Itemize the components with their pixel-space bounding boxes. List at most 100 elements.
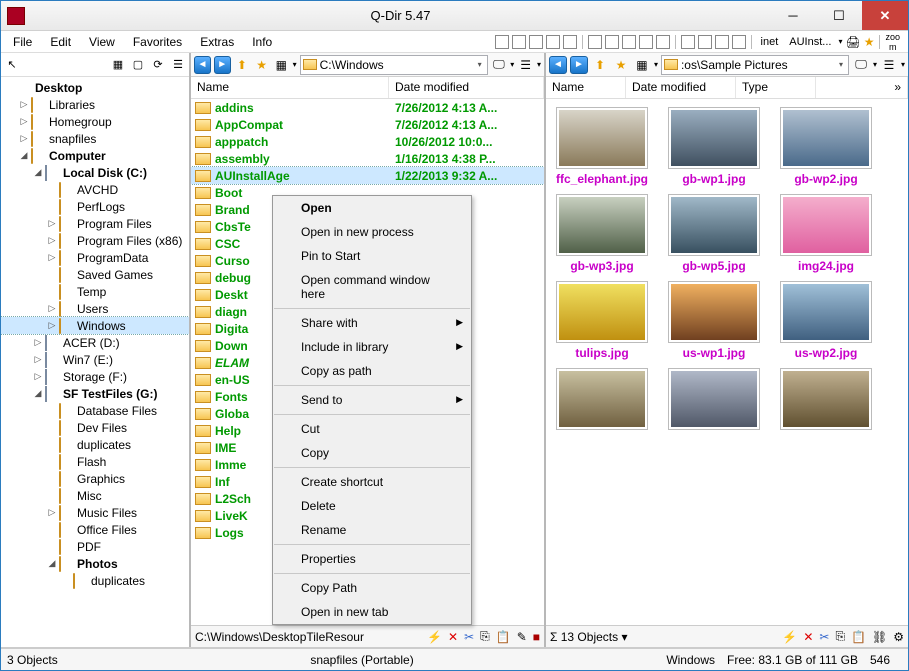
close-button[interactable]: ✕ bbox=[862, 1, 908, 30]
tree-tool-icon[interactable]: ▦ bbox=[110, 57, 126, 73]
tree-item[interactable]: Database Files bbox=[1, 402, 189, 419]
forward-icon[interactable]: ► bbox=[570, 56, 588, 74]
tree-item[interactable]: ▷Program Files (x86) bbox=[1, 232, 189, 249]
tree-item[interactable]: ▷ProgramData bbox=[1, 249, 189, 266]
layout-icon[interactable] bbox=[715, 35, 729, 49]
print-icon[interactable]: 🖨 bbox=[845, 35, 860, 49]
file-row[interactable]: apppatch10/26/2012 10:0... bbox=[191, 133, 544, 150]
layout-icon[interactable] bbox=[546, 35, 560, 49]
layout-icon[interactable] bbox=[698, 35, 712, 49]
context-menu[interactable]: OpenOpen in new processPin to StartOpen … bbox=[272, 195, 472, 625]
chevron-down-icon[interactable]: ▾ bbox=[475, 60, 485, 69]
menu-edit[interactable]: Edit bbox=[42, 33, 79, 51]
context-menu-item[interactable]: Delete bbox=[273, 494, 471, 518]
tree-item[interactable]: Temp bbox=[1, 283, 189, 300]
col-type[interactable]: Type bbox=[736, 77, 816, 98]
context-menu-item[interactable]: Open bbox=[273, 196, 471, 220]
fav-icon[interactable]: ★ bbox=[612, 56, 630, 74]
address-bar-right[interactable]: ▾ bbox=[661, 55, 849, 75]
folder-tree[interactable]: Desktop▷Libraries▷Homegroup▷snapfiles◢Co… bbox=[1, 77, 189, 647]
tree-item[interactable]: ▷Program Files bbox=[1, 215, 189, 232]
tree-item[interactable]: ◢Local Disk (C:) bbox=[1, 164, 189, 181]
zoom-icon[interactable]: zoom bbox=[885, 32, 900, 52]
layout-icon[interactable] bbox=[512, 35, 526, 49]
back-icon[interactable]: ◄ bbox=[194, 56, 211, 74]
col-name[interactable]: Name bbox=[546, 77, 626, 98]
tree-item[interactable]: Graphics bbox=[1, 470, 189, 487]
context-menu-item[interactable]: Copy bbox=[273, 441, 471, 465]
thumbnail[interactable]: img24.jpg bbox=[774, 194, 878, 273]
context-menu-item[interactable]: Properties bbox=[273, 547, 471, 571]
context-menu-item[interactable]: Rename bbox=[273, 518, 471, 542]
tree-item[interactable]: ▷Users bbox=[1, 300, 189, 317]
tree-item[interactable]: ▷Homegroup bbox=[1, 113, 189, 130]
maximize-button[interactable]: ☐ bbox=[816, 1, 862, 30]
filter-icon[interactable]: ⚡ bbox=[427, 630, 442, 644]
view-icon[interactable]: ▦ bbox=[633, 56, 651, 74]
tree-item[interactable]: ◢Computer bbox=[1, 147, 189, 164]
file-row[interactable]: assembly1/16/2013 4:38 P... bbox=[191, 150, 544, 167]
tree-item[interactable]: duplicates bbox=[1, 572, 189, 589]
chevron-down-icon[interactable]: ▾ bbox=[836, 60, 846, 69]
layout-icon[interactable] bbox=[639, 35, 653, 49]
toolbar-dropdown[interactable]: AUInst... bbox=[785, 36, 835, 48]
tree-tool-icon[interactable]: ⟳ bbox=[150, 57, 166, 73]
filter-icon[interactable]: ⚡ bbox=[782, 630, 797, 644]
tree-item[interactable]: ▷Libraries bbox=[1, 96, 189, 113]
minimize-button[interactable]: ─ bbox=[770, 1, 816, 30]
menu-file[interactable]: File bbox=[5, 33, 40, 51]
thumbnail[interactable] bbox=[774, 368, 878, 433]
tree-item[interactable]: Dev Files bbox=[1, 419, 189, 436]
monitor-icon[interactable]: 🖵 bbox=[852, 56, 870, 74]
context-menu-item[interactable]: Share with▶ bbox=[273, 311, 471, 335]
col-date[interactable]: Date modified bbox=[626, 77, 736, 98]
tree-item[interactable]: PDF bbox=[1, 538, 189, 555]
layout-icon[interactable] bbox=[495, 35, 509, 49]
context-menu-item[interactable]: Open in new tab bbox=[273, 600, 471, 624]
delete-icon[interactable]: ✕ bbox=[803, 630, 813, 644]
tree-item[interactable]: ▷snapfiles bbox=[1, 130, 189, 147]
tree-item[interactable]: AVCHD bbox=[1, 181, 189, 198]
file-row[interactable]: AUInstallAge1/22/2013 9:32 A... bbox=[191, 167, 544, 184]
up-icon[interactable]: ⬆ bbox=[234, 56, 251, 74]
context-menu-item[interactable]: Send to▶ bbox=[273, 388, 471, 412]
menu-extras[interactable]: Extras bbox=[192, 33, 242, 51]
more-cols[interactable]: » bbox=[816, 77, 908, 98]
tree-item[interactable]: ◢Photos bbox=[1, 555, 189, 572]
object-count[interactable]: Σ 13 Objects ▾ bbox=[550, 630, 627, 644]
tree-item[interactable]: ◢SF TestFiles (G:) bbox=[1, 385, 189, 402]
tree-item[interactable]: Desktop bbox=[1, 79, 189, 96]
layout-icon[interactable] bbox=[588, 35, 602, 49]
context-menu-item[interactable]: Open command window here bbox=[273, 268, 471, 306]
layout-icon[interactable] bbox=[529, 35, 543, 49]
tree-item[interactable]: ▷Storage (F:) bbox=[1, 368, 189, 385]
delete-icon[interactable]: ✕ bbox=[448, 630, 458, 644]
context-menu-item[interactable]: Create shortcut bbox=[273, 470, 471, 494]
copy-icon[interactable]: ⎘ bbox=[835, 629, 845, 644]
col-date[interactable]: Date modified bbox=[389, 77, 544, 98]
address-bar-left[interactable]: ▾ bbox=[300, 55, 488, 75]
layout-icon[interactable] bbox=[563, 35, 577, 49]
paste-icon[interactable]: 📋 bbox=[851, 630, 866, 644]
context-menu-item[interactable]: Cut bbox=[273, 417, 471, 441]
thumbnail[interactable]: gb-wp5.jpg bbox=[662, 194, 766, 273]
tree-item[interactable]: ▷Music Files bbox=[1, 504, 189, 521]
tree-item[interactable]: ▷Win7 (E:) bbox=[1, 351, 189, 368]
file-row[interactable]: addins7/26/2012 4:13 A... bbox=[191, 99, 544, 116]
address-input-right[interactable] bbox=[681, 58, 836, 72]
column-header-left[interactable]: Name Date modified bbox=[191, 77, 544, 99]
up-icon[interactable]: ⬆ bbox=[591, 56, 609, 74]
layout-icon[interactable] bbox=[732, 35, 746, 49]
tree-tool-icon[interactable]: ☰ bbox=[170, 57, 186, 73]
thumbnail[interactable] bbox=[662, 368, 766, 433]
address-input-left[interactable] bbox=[320, 58, 475, 72]
paste-icon[interactable]: 📋 bbox=[496, 630, 511, 644]
cut-icon[interactable]: ✂ bbox=[819, 630, 829, 644]
tree-item[interactable]: Misc bbox=[1, 487, 189, 504]
tree-item[interactable]: Saved Games bbox=[1, 266, 189, 283]
monitor-icon[interactable]: 🖵 bbox=[491, 56, 508, 74]
thumbnail[interactable] bbox=[550, 368, 654, 433]
context-menu-item[interactable]: Copy Path bbox=[273, 576, 471, 600]
tree-tool-icon[interactable]: ▢ bbox=[130, 57, 146, 73]
thumbnail[interactable]: gb-wp3.jpg bbox=[550, 194, 654, 273]
